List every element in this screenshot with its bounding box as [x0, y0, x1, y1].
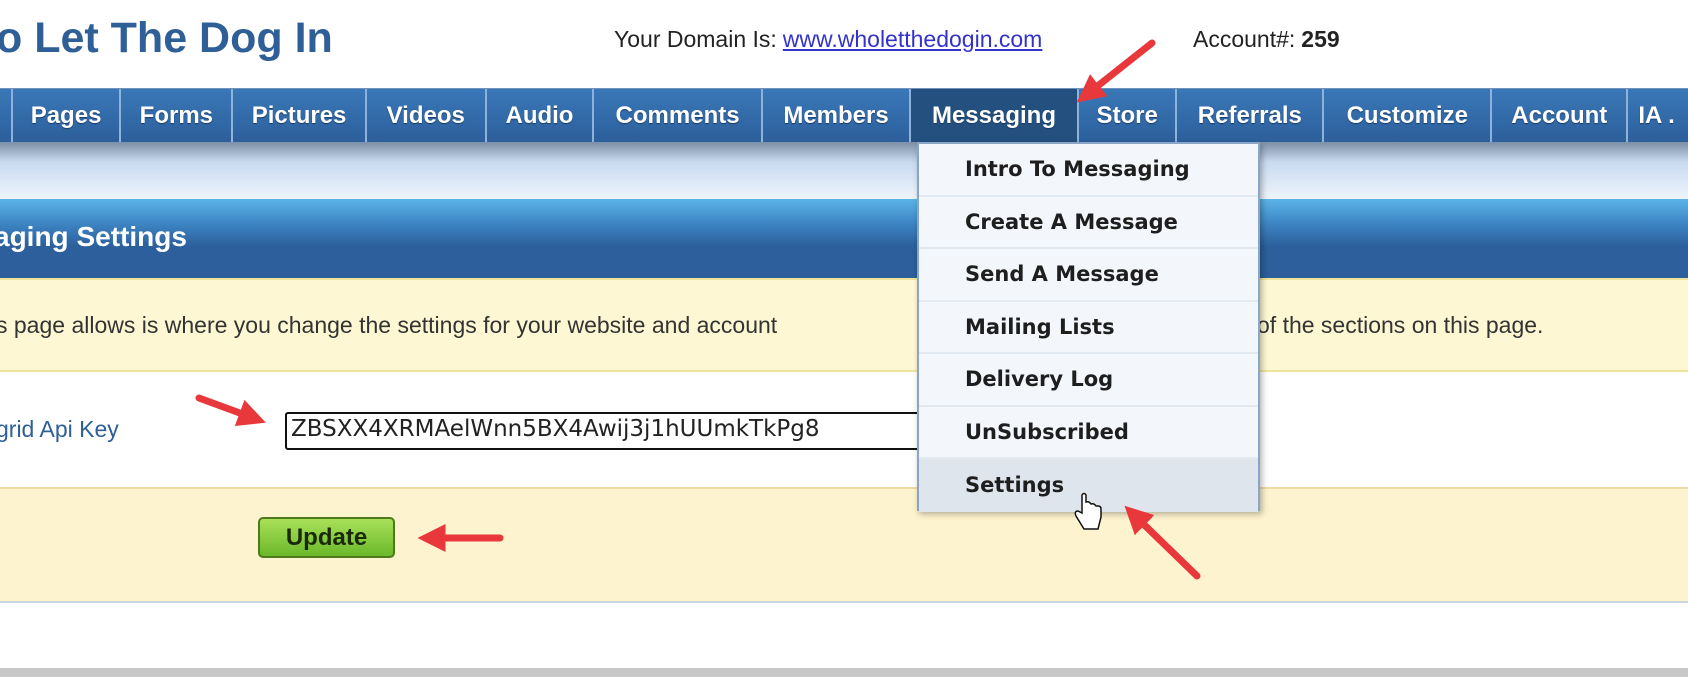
- domain-info: Your Domain Is: www.wholetthedogin.com: [614, 26, 1042, 53]
- tab-messaging[interactable]: Messaging: [911, 89, 1079, 143]
- messaging-dropdown: Intro To Messaging Create A Message Send…: [917, 142, 1260, 512]
- tab-referrals[interactable]: Referrals: [1177, 89, 1325, 143]
- notice-box: s page allows is where you change the se…: [0, 278, 1688, 372]
- menu-item-send-message[interactable]: Send A Message: [919, 249, 1258, 302]
- menu-item-unsubscribed[interactable]: UnSubscribed: [919, 407, 1258, 459]
- tab-videos[interactable]: Videos: [367, 89, 487, 143]
- site-title: o Let The Dog In: [0, 14, 333, 62]
- menu-item-settings[interactable]: Settings: [919, 459, 1258, 512]
- main-nav: Pages Forms Pictures Videos Audio Commen…: [0, 88, 1688, 143]
- tab-store[interactable]: Store: [1079, 89, 1178, 143]
- menu-item-delivery-log[interactable]: Delivery Log: [919, 354, 1258, 407]
- menu-item-mailing-lists[interactable]: Mailing Lists: [919, 302, 1258, 354]
- tab-members[interactable]: Members: [763, 89, 912, 143]
- domain-link[interactable]: www.wholetthedogin.com: [783, 26, 1043, 52]
- tab-pictures[interactable]: Pictures: [233, 89, 367, 143]
- bottom-divider: [0, 668, 1688, 677]
- menu-item-intro[interactable]: Intro To Messaging: [919, 144, 1258, 197]
- tab-partial[interactable]: [0, 89, 13, 143]
- account-label: Account#:: [1193, 26, 1296, 52]
- tab-audio[interactable]: Audio: [487, 89, 595, 143]
- subnav-band: [0, 142, 1688, 199]
- update-button[interactable]: Update: [258, 517, 395, 558]
- account-info: Account#: 259: [1193, 26, 1340, 53]
- notice-text: s page allows is where you change the se…: [0, 312, 778, 338]
- menu-item-create-message[interactable]: Create A Message: [919, 197, 1258, 249]
- button-row: [0, 487, 1688, 603]
- page-heading: aging Settings: [0, 221, 187, 252]
- tab-comments[interactable]: Comments: [594, 89, 764, 143]
- api-key-input[interactable]: ZBSXX4XRMAelWnn5BX4Awij3j1hUUmkTkPg8: [285, 412, 937, 450]
- account-number: 259: [1301, 26, 1340, 52]
- domain-label: Your Domain Is:: [614, 26, 777, 52]
- tab-customize[interactable]: Customize: [1324, 89, 1493, 143]
- tab-account[interactable]: Account: [1492, 89, 1629, 143]
- api-key-label: grid Api Key: [0, 416, 119, 442]
- section-header: aging Settings: [0, 199, 1688, 278]
- tab-pages[interactable]: Pages: [13, 89, 122, 143]
- tab-forms[interactable]: Forms: [121, 89, 234, 143]
- notice-text-end: of the sections on this page.: [1257, 312, 1544, 338]
- tab-ia[interactable]: IA .: [1628, 89, 1688, 143]
